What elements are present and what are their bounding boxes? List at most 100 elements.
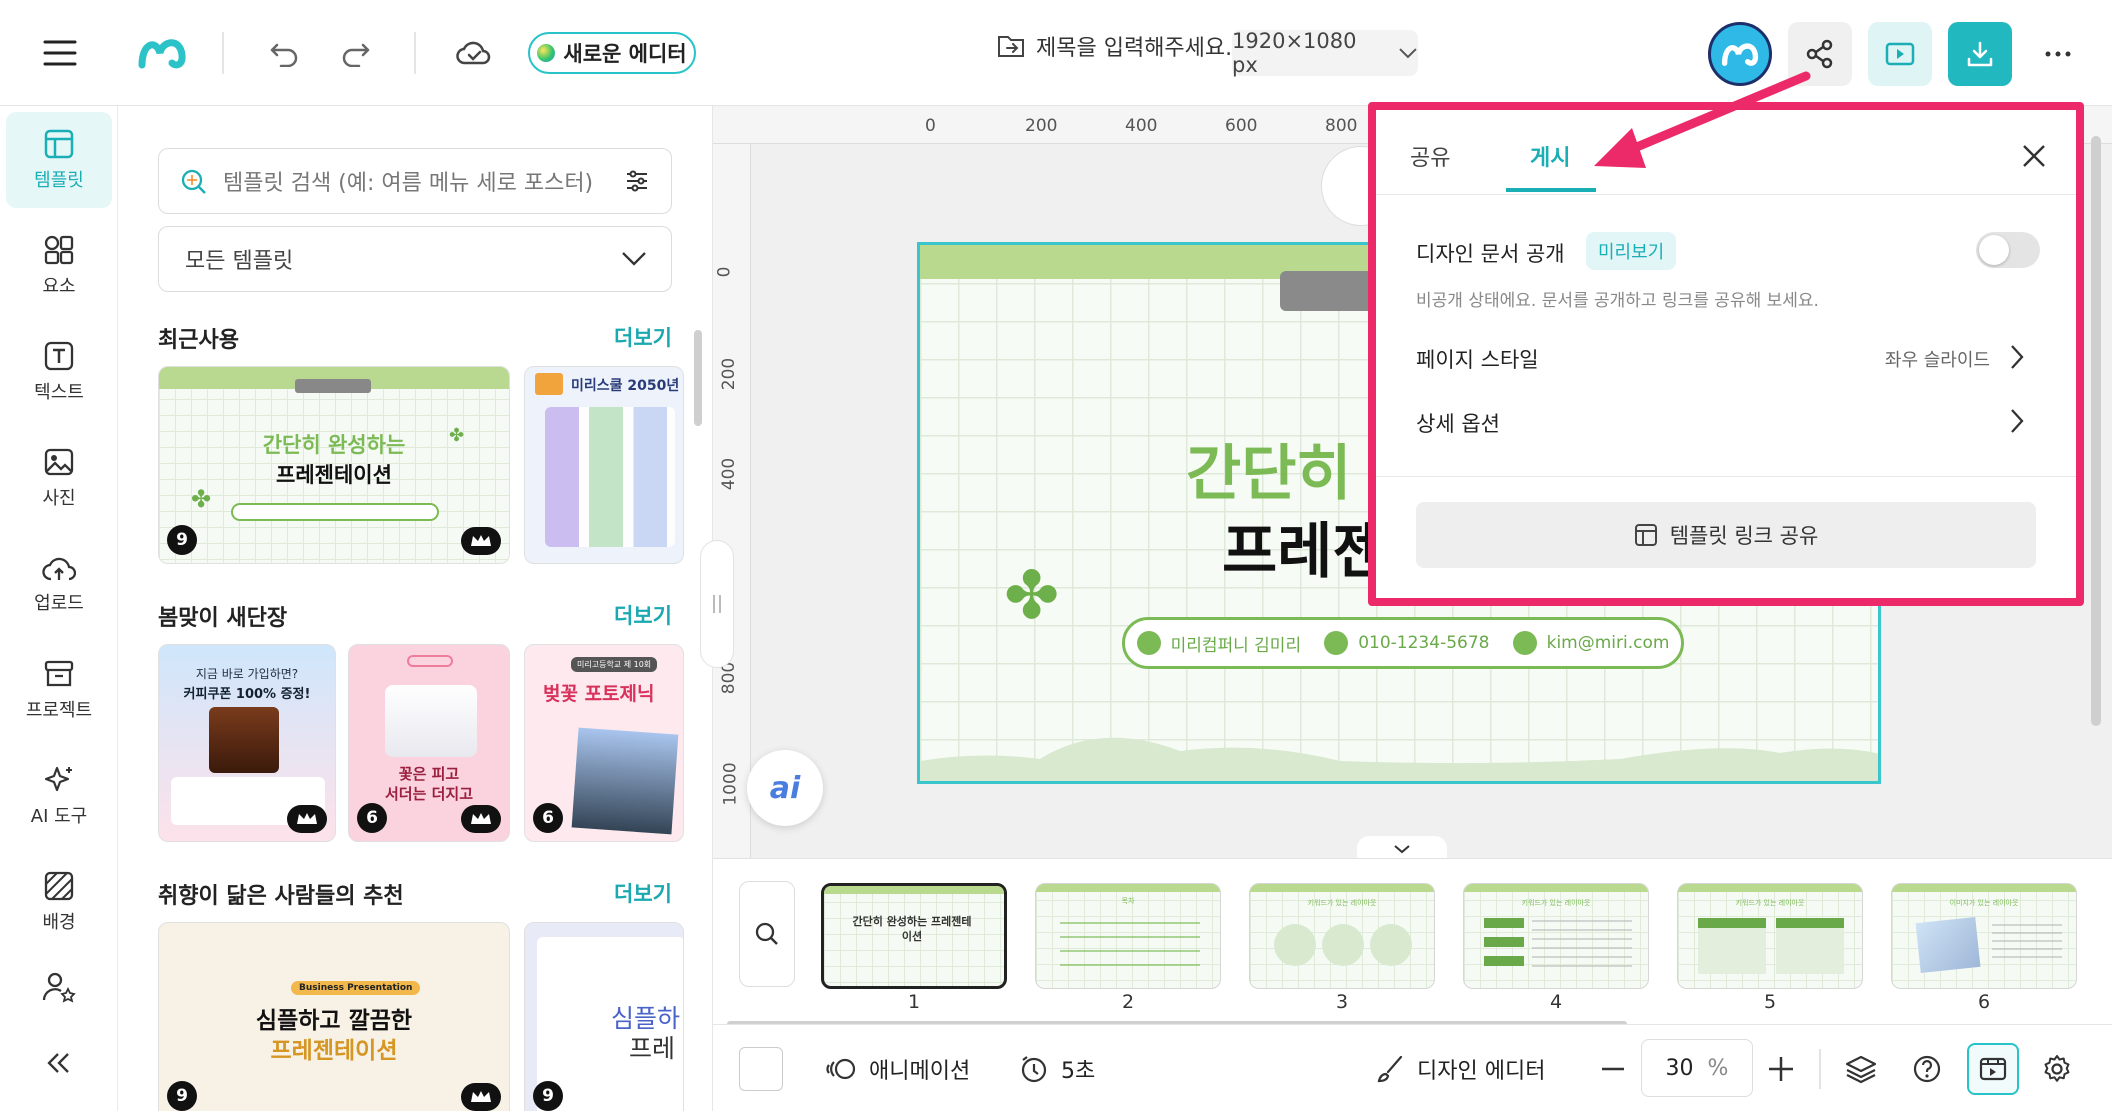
help-button[interactable] — [1903, 1045, 1951, 1093]
double-chevron-left-icon — [47, 1053, 69, 1073]
zoom-input[interactable]: 30 % — [1641, 1039, 1753, 1097]
rail-item-background[interactable]: 배경 — [6, 854, 112, 950]
annotation-arrow — [1594, 71, 1811, 168]
template-card[interactable]: 미리고등학교 제 10회 벚꽃 포토제닉 6 — [524, 644, 684, 842]
template-search-input[interactable]: 템플릿 검색 (예: 여름 메뉴 세로 포스터) — [158, 148, 672, 214]
page-thumbnail[interactable]: 이미지가 있는 레이아웃 — [1891, 883, 2077, 989]
card-tag — [535, 373, 563, 395]
template-card[interactable]: Business Presentation 심플하고 깔끔한 프레젠테이션 9 — [158, 922, 510, 1111]
rail-item-favorites[interactable] — [6, 952, 112, 1022]
contact-phone: 010-1234-5678 — [1324, 631, 1489, 655]
card-title: 미리스쿨 2050년 — [571, 378, 680, 394]
page-number: 3 — [1335, 991, 1349, 1013]
undo-icon[interactable] — [256, 25, 312, 81]
gear-icon — [2044, 1055, 2070, 1082]
template-link-share-button[interactable]: 템플릿 링크 공유 — [1416, 502, 2036, 568]
present-button[interactable] — [1868, 22, 1932, 86]
template-card[interactable]: 미리스쿨 2050년 — [524, 366, 684, 564]
new-editor-button[interactable]: 새로운 에디터 — [528, 32, 696, 74]
page-count-badge: 9 — [167, 525, 197, 555]
page-thumbnail[interactable]: 키워드가 있는 레이아웃 — [1677, 883, 1863, 989]
detail-options-row[interactable]: 상세 옵션 — [1416, 398, 2036, 448]
settings-button[interactable] — [2033, 1045, 2081, 1093]
duration-button[interactable]: 5초 — [1019, 1025, 1095, 1112]
thumb-strip — [824, 886, 1004, 894]
template-card[interactable]: 지금 바로 가입하면? 커피쿠폰 100% 증정! — [158, 644, 336, 842]
collapse-filmstrip-button[interactable] — [1357, 836, 1447, 858]
students-photo — [385, 685, 477, 757]
thumb-strip — [1036, 884, 1220, 892]
page-thumbnail[interactable]: 목차 — [1035, 883, 1221, 989]
animation-button[interactable]: 애니메이션 — [825, 1025, 970, 1112]
chevron-right-icon — [2011, 409, 2024, 433]
more-link[interactable]: 더보기 — [614, 322, 672, 352]
background-color-swatch[interactable] — [739, 1047, 783, 1091]
premium-crown-icon — [461, 1083, 501, 1111]
template-link-share-label: 템플릿 링크 공유 — [1669, 524, 1819, 548]
page-thumbnail[interactable]: 간단히 완성하는 프레젠테이션 — [821, 883, 1007, 989]
thumb-content — [1060, 922, 1200, 966]
tab-share[interactable]: 공유 — [1410, 140, 1450, 172]
rail-item-text[interactable]: 텍스트 — [6, 324, 112, 420]
tab-publish[interactable]: 게시 — [1530, 140, 1570, 172]
rail-label: 사진 — [42, 488, 76, 509]
vertical-ruler: 0 200 400 600 800 1000 — [713, 144, 751, 858]
canvas-scrollbar[interactable] — [2091, 136, 2101, 726]
cloud-saved-icon[interactable] — [446, 25, 502, 81]
template-card[interactable]: 꽃은 피고 서더는 더지고 6 — [348, 644, 510, 842]
rail-item-template[interactable]: 템플릿 — [6, 112, 112, 208]
left-rail: 템플릿 요소 텍스트 사진 업로드 프로젝트 AI 도구 배경 — [0, 106, 118, 1111]
download-button[interactable] — [1948, 22, 2012, 86]
template-card[interactable]: 간단히 완성하는 프레젠테이션 ✤ ✤ 9 — [158, 366, 510, 564]
rail-item-photo[interactable]: 사진 — [6, 430, 112, 526]
card-title: 벚꽃 포토제닉 — [543, 683, 655, 705]
filter-icon[interactable] — [625, 170, 649, 192]
timer-icon — [1021, 1055, 1047, 1082]
document-title[interactable]: 제목을 입력해주세요. — [996, 30, 1232, 62]
collapse-rail-button[interactable] — [6, 1028, 112, 1098]
template-category-select[interactable]: 모든 템플릿 — [158, 226, 672, 292]
card-clip — [295, 379, 371, 393]
more-link[interactable]: 더보기 — [614, 878, 672, 908]
premium-crown-icon — [461, 805, 501, 833]
thumb-column — [1698, 918, 1766, 974]
template-panel: 템플릿 검색 (예: 여름 메뉴 세로 포스터) 모든 템플릿 최근사용 더보기… — [118, 106, 713, 1111]
panel-resize-handle[interactable] — [700, 540, 734, 668]
panel-scrollbar[interactable] — [694, 330, 702, 426]
redo-icon[interactable] — [328, 25, 384, 81]
rail-item-upload[interactable]: 업로드 — [6, 536, 112, 632]
page-style-row[interactable]: 페이지 스타일 좌우 슬라이드 — [1416, 332, 2036, 382]
preview-badge[interactable]: 미리보기 — [1586, 232, 1677, 270]
page-view-button[interactable] — [1967, 1043, 2019, 1095]
menu-icon[interactable] — [32, 25, 88, 81]
grip-icon — [713, 595, 721, 613]
page-thumbnail[interactable]: 키워드가 있는 레이아웃 — [1249, 883, 1435, 989]
section-title: 봄맞이 새단장 — [158, 606, 288, 631]
publish-toggle[interactable] — [1976, 232, 2040, 268]
thumb-strip — [1678, 884, 1862, 892]
card-schedule-grid — [545, 407, 675, 547]
canvas-size-dropdown[interactable]: 1920×1080 px — [1232, 29, 1418, 77]
thumb-strip — [1250, 884, 1434, 892]
page-number: 4 — [1549, 991, 1563, 1013]
app-logo-icon[interactable] — [134, 25, 190, 81]
card-line2: 프레 — [629, 1034, 676, 1063]
ai-icon: ai — [769, 770, 801, 806]
page-search-button[interactable] — [739, 881, 795, 987]
page-thumbnail[interactable]: 키워드가 있는 레이아웃 — [1463, 883, 1649, 989]
more-link[interactable]: 더보기 — [614, 600, 672, 630]
zoom-in-button[interactable] — [1759, 1047, 1803, 1091]
rail-item-elements[interactable]: 요소 — [6, 218, 112, 314]
rail-label: 배경 — [42, 912, 76, 933]
zoom-out-button[interactable] — [1591, 1047, 1635, 1091]
layers-button[interactable] — [1837, 1045, 1885, 1093]
premium-crown-icon — [461, 527, 501, 555]
close-button[interactable] — [2016, 138, 2052, 174]
template-card[interactable]: 심플하 프레 9 — [524, 922, 684, 1111]
more-button[interactable] — [2026, 22, 2090, 86]
design-editor-button[interactable]: 디자인 에디터 — [1375, 1025, 1545, 1112]
rail-item-project[interactable]: 프로젝트 — [6, 642, 112, 738]
page-filmstrip: 간단히 완성하는 프레젠테이션 1 목차 2 키워드가 있는 레이아웃 3 키워… — [713, 858, 2112, 1027]
ai-assistant-button[interactable]: ai — [747, 750, 823, 826]
rail-item-ai-tools[interactable]: AI 도구 — [6, 748, 112, 844]
